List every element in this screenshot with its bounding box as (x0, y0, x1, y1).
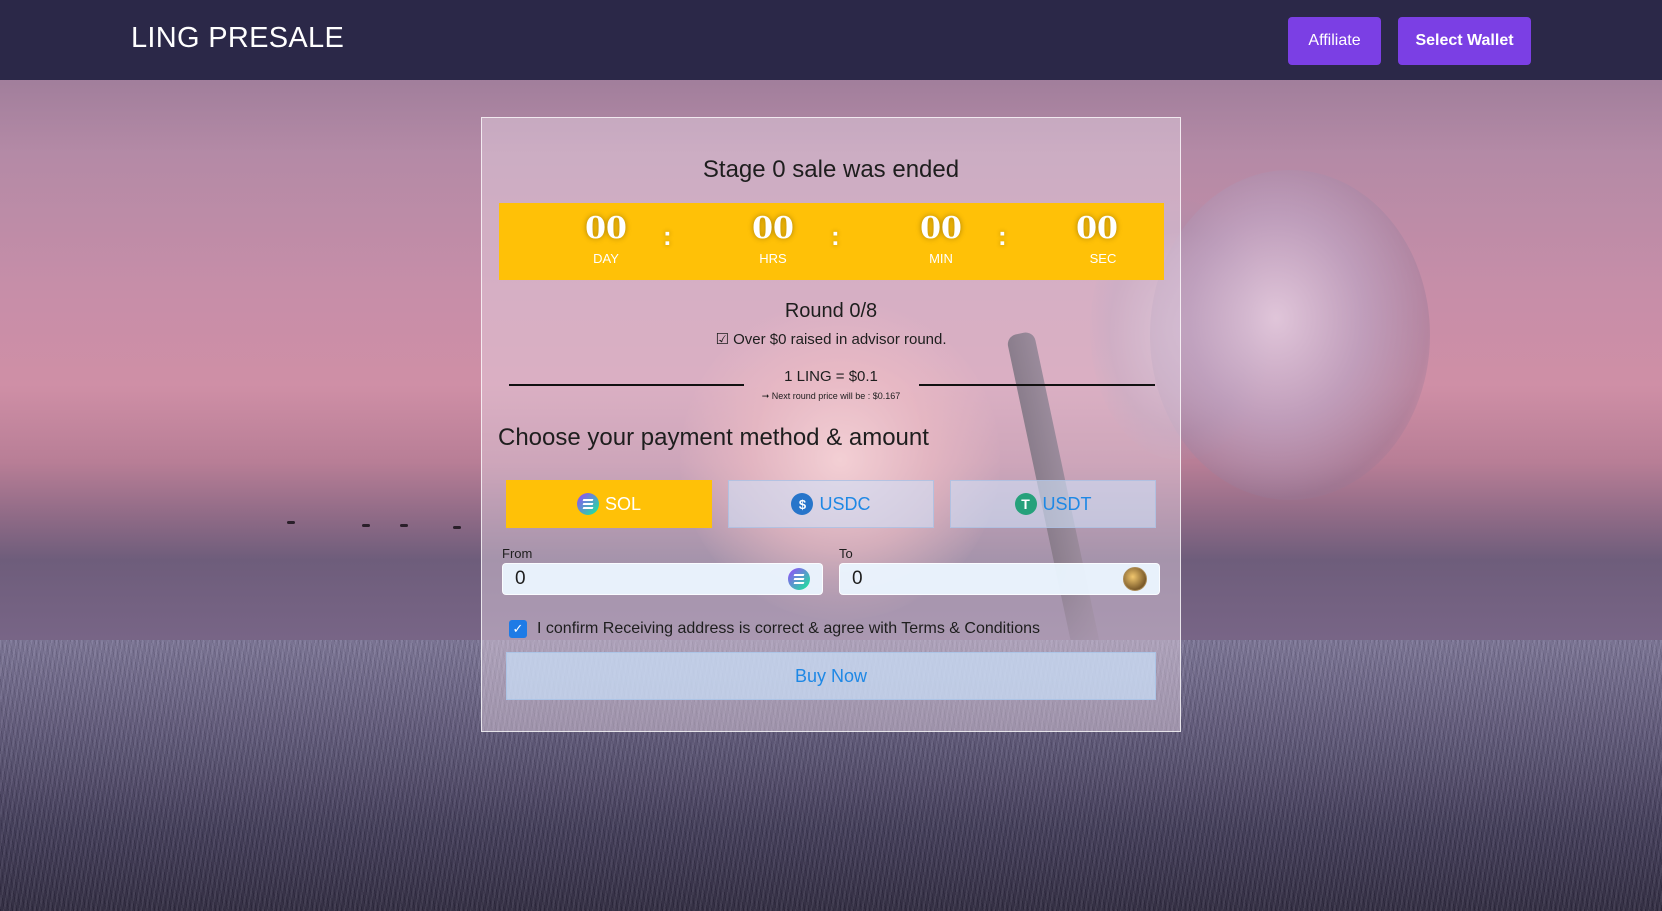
bird (362, 524, 370, 527)
payment-heading: Choose your payment method & amount (498, 424, 929, 451)
to-amount-value: 0 (852, 568, 863, 589)
countdown-seconds: 00 SEC (1057, 211, 1137, 266)
from-amount-input[interactable]: 0 (502, 563, 823, 595)
solana-icon (576, 493, 599, 515)
round-indicator: Round 0/8 (784, 300, 878, 322)
from-amount-value: 0 (515, 568, 526, 589)
countdown-minutes: 00 MIN (901, 211, 981, 266)
countdown-days: 00 DAY (566, 211, 646, 266)
ling-token-icon (1123, 567, 1147, 591)
countdown-value: 00 (752, 211, 794, 246)
buy-now-button[interactable]: Buy Now (506, 652, 1156, 700)
token-price: 1 LING = $0.1 (784, 368, 878, 385)
solana-icon (788, 568, 810, 590)
presale-card: Stage 0 sale was ended 00 DAY : 00 HRS :… (481, 117, 1181, 732)
pay-method-usdc[interactable]: $ USDC (728, 480, 934, 528)
bird (287, 521, 295, 524)
countdown-value: 00 (920, 211, 962, 246)
tree-crown (1150, 170, 1430, 500)
countdown-label: DAY (593, 251, 619, 266)
usdc-icon: $ (791, 493, 814, 515)
to-label: To (839, 546, 853, 561)
bird (453, 526, 461, 529)
select-wallet-button[interactable]: Select Wallet (1398, 17, 1531, 65)
to-amount-input[interactable]: 0 (839, 563, 1160, 595)
sale-status-title: Stage 0 sale was ended (702, 156, 960, 183)
countdown-hours: 00 HRS (733, 211, 813, 266)
countdown-label: MIN (929, 251, 953, 266)
countdown-timer: 00 DAY : 00 HRS : 00 MIN : 00 SEC (499, 203, 1164, 280)
next-round-price: ➞ Next round price will be : $0.167 (761, 391, 901, 401)
countdown-separator: : (998, 221, 1007, 251)
raised-amount: ☑ Over $0 raised in advisor round. (715, 331, 947, 348)
terms-text: I confirm Receiving address is correct &… (537, 620, 1041, 637)
countdown-value: 00 (1076, 211, 1118, 246)
countdown-separator: : (831, 221, 840, 251)
tether-icon: T (1014, 493, 1037, 515)
from-label: From (502, 546, 533, 561)
brand-title: LING PRESALE (131, 22, 345, 54)
countdown-value: 00 (585, 211, 627, 246)
pay-method-sol[interactable]: SOL (506, 480, 712, 528)
terms-confirmation: ✓ I confirm Receiving address is correct… (509, 620, 1040, 638)
countdown-separator: : (663, 221, 672, 251)
bird (400, 524, 408, 527)
terms-checkbox[interactable]: ✓ (509, 620, 527, 638)
countdown-label: SEC (1089, 251, 1117, 266)
pay-method-label: USDT (1042, 493, 1092, 514)
pay-method-label: SOL (604, 493, 642, 514)
countdown-label: HRS (759, 251, 787, 266)
pay-method-label: USDC (819, 493, 871, 514)
pay-method-usdt[interactable]: T USDT (950, 480, 1156, 528)
top-navbar: LING PRESALE Affiliate Select Wallet (0, 0, 1662, 80)
affiliate-button[interactable]: Affiliate (1288, 17, 1381, 65)
